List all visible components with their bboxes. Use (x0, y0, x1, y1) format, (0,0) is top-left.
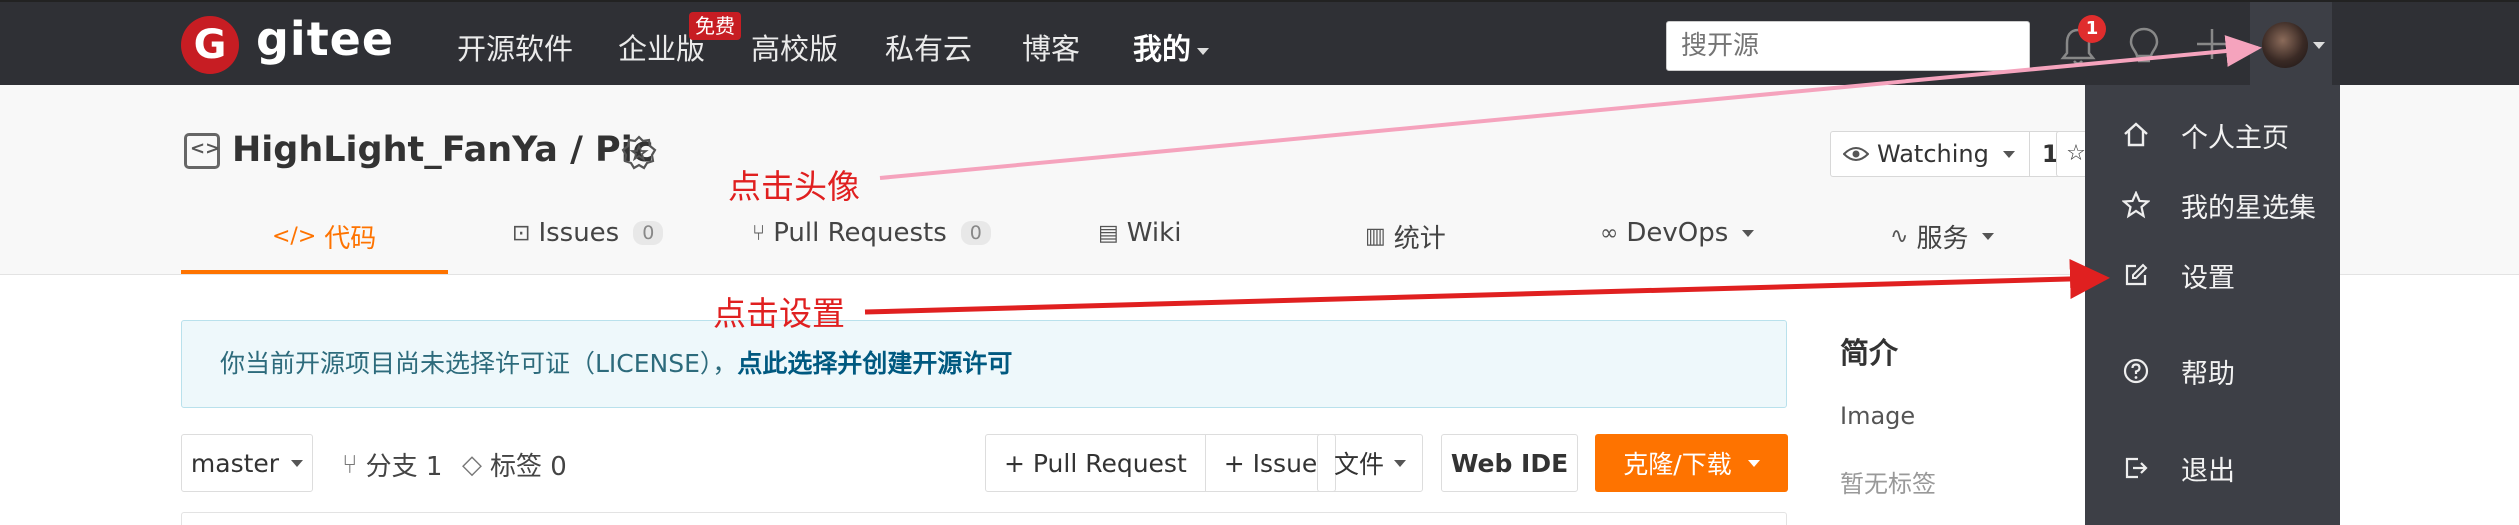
chevron-down-icon (1197, 47, 1210, 55)
tab-label: DevOps (1626, 218, 1729, 248)
menu-item-logout[interactable]: 退出 (2085, 438, 2340, 498)
menu-item-label: 设置 (2181, 262, 2235, 294)
nav-item-mine-label: 我的 (1133, 32, 1192, 66)
branch-select[interactable]: master (181, 434, 313, 492)
file-menu-button[interactable]: 文件 (1317, 434, 1423, 492)
arrow-to-settings (864, 258, 2110, 315)
branches-label: 分支 1 (365, 452, 443, 482)
avatar[interactable] (2262, 22, 2308, 68)
tab-issues[interactable]: ⊡ Issues 0 (512, 218, 664, 248)
new-pull-request-button[interactable]: + Pull Request (986, 435, 1205, 491)
tab-pull-requests[interactable]: ⑂ Pull Requests 0 (752, 218, 991, 248)
intro-description: Image (1840, 402, 1916, 430)
intro-title: 简介 (1840, 336, 1899, 370)
file-menu-label: 文件 (1333, 450, 1384, 479)
tab-code[interactable]: </> 代码 (272, 218, 376, 255)
issues-count: 0 (633, 221, 664, 245)
top-navbar: G gitee 开源软件 企业版 免费 高校版 私有云 博客 我的 1 (0, 0, 2519, 87)
tag-icon: ◇ (462, 449, 482, 480)
license-notice-text: 你当前开源项目尚未选择许可证（LICENSE）， (220, 349, 738, 378)
eye-icon (1843, 147, 1869, 161)
chevron-down-icon (2002, 150, 2015, 158)
tab-stats[interactable]: ▥ 统计 (1365, 218, 1446, 255)
nav-item-private-cloud[interactable]: 私有云 (885, 26, 972, 68)
menu-item-settings[interactable]: 设置 (2085, 245, 2340, 305)
tags-label: 标签 0 (490, 452, 567, 482)
search-input[interactable] (1666, 21, 2030, 71)
pull-request-icon: ⑂ (752, 220, 766, 246)
tab-wiki[interactable]: ▤ Wiki (1098, 218, 1181, 248)
menu-item-label: 退出 (2181, 455, 2235, 487)
repo-title[interactable]: HighLight_FanYa / Pic (232, 130, 653, 170)
gitee-logo-icon[interactable]: G (181, 16, 239, 74)
nav-item-mine[interactable]: 我的 (1133, 26, 1210, 68)
tags-link[interactable]: ◇ 标签 0 (462, 446, 567, 483)
tab-label: 统计 (1393, 224, 1446, 254)
menu-item-help[interactable]: 帮助 (2085, 341, 2340, 401)
watch-label: Watching (1877, 140, 1989, 168)
star-icon (2119, 191, 2153, 219)
code-icon: </> (272, 224, 317, 249)
help-icon (2119, 358, 2153, 384)
nav-item-open-source[interactable]: 开源软件 (457, 26, 573, 68)
chevron-down-icon (2313, 42, 2325, 49)
free-badge: 免费 (689, 12, 741, 40)
clone-download-button[interactable]: 克隆/下载 (1595, 434, 1788, 492)
active-tab-indicator (181, 270, 448, 274)
award-icon[interactable] (620, 134, 658, 172)
menu-item-label: 个人主页 (2181, 122, 2289, 154)
nav-item-blog[interactable]: 博客 (1022, 26, 1080, 68)
logout-icon (2119, 456, 2153, 480)
chevron-down-icon (1394, 459, 1406, 467)
clone-download-label: 克隆/下载 (1623, 450, 1732, 479)
branch-icon: ⑂ (342, 449, 358, 480)
no-tags-text: 暂无标签 (1840, 470, 1936, 498)
chevron-down-icon (291, 459, 304, 467)
tab-label: 服务 (1916, 224, 1969, 254)
nav-item-university[interactable]: 高校版 (751, 26, 838, 68)
infinity-icon: ∞ (1600, 220, 1619, 246)
home-icon (2119, 121, 2153, 149)
menu-item-label: 我的星选集 (2181, 192, 2316, 224)
branches-link[interactable]: ⑂ 分支 1 (342, 446, 442, 483)
tab-label: Wiki (1126, 218, 1182, 248)
lightbulb-icon[interactable] (2124, 24, 2164, 68)
chevron-down-icon (1742, 229, 1755, 237)
user-dropdown-menu: 个人主页 我的星选集 设置 帮助 退出 (2085, 85, 2340, 525)
chevron-down-icon (1982, 233, 1995, 240)
tab-label: 代码 (324, 224, 377, 254)
gitee-logo-text[interactable]: gitee (256, 12, 394, 66)
notification-badge: 1 (2078, 15, 2106, 43)
create-button-group: + Pull Request + Issue (985, 434, 1337, 492)
tab-label: Pull Requests (773, 218, 947, 248)
pull-requests-count: 0 (960, 221, 991, 245)
tab-services[interactable]: ∿ 服务 (1890, 218, 1995, 255)
file-list (181, 512, 1787, 525)
book-icon: ▤ (1098, 220, 1119, 246)
branch-select-value: master (190, 448, 280, 478)
pulse-icon: ∿ (1890, 224, 1909, 249)
menu-item-profile[interactable]: 个人主页 (2085, 105, 2340, 165)
issue-icon: ⊡ (512, 220, 531, 246)
watch-button[interactable]: Watching 1 (1830, 131, 2072, 177)
license-notice: 你当前开源项目尚未选择许可证（LICENSE），点此选择并创建开源许可 (181, 320, 1787, 408)
repository-icon (184, 133, 220, 169)
annotation-click-avatar: 点击头像 (728, 167, 860, 206)
page: G gitee 开源软件 企业版 免费 高校版 私有云 博客 我的 1 High… (0, 0, 2519, 525)
menu-item-label: 帮助 (2181, 358, 2235, 390)
menu-item-starred[interactable]: 我的星选集 (2085, 175, 2340, 235)
chevron-down-icon (1747, 459, 1760, 467)
tab-devops[interactable]: ∞ DevOps (1600, 218, 1755, 248)
tab-label: Issues (538, 218, 620, 248)
new-issue-button[interactable]: + Issue (1204, 435, 1336, 491)
edit-icon (2119, 263, 2153, 287)
web-ide-button[interactable]: Web IDE (1441, 434, 1578, 492)
annotation-click-settings: 点击设置 (713, 294, 845, 333)
license-create-link[interactable]: 点此选择并创建开源许可 (737, 349, 1012, 378)
plus-icon[interactable] (2192, 24, 2232, 64)
bar-chart-icon: ▥ (1365, 224, 1386, 249)
